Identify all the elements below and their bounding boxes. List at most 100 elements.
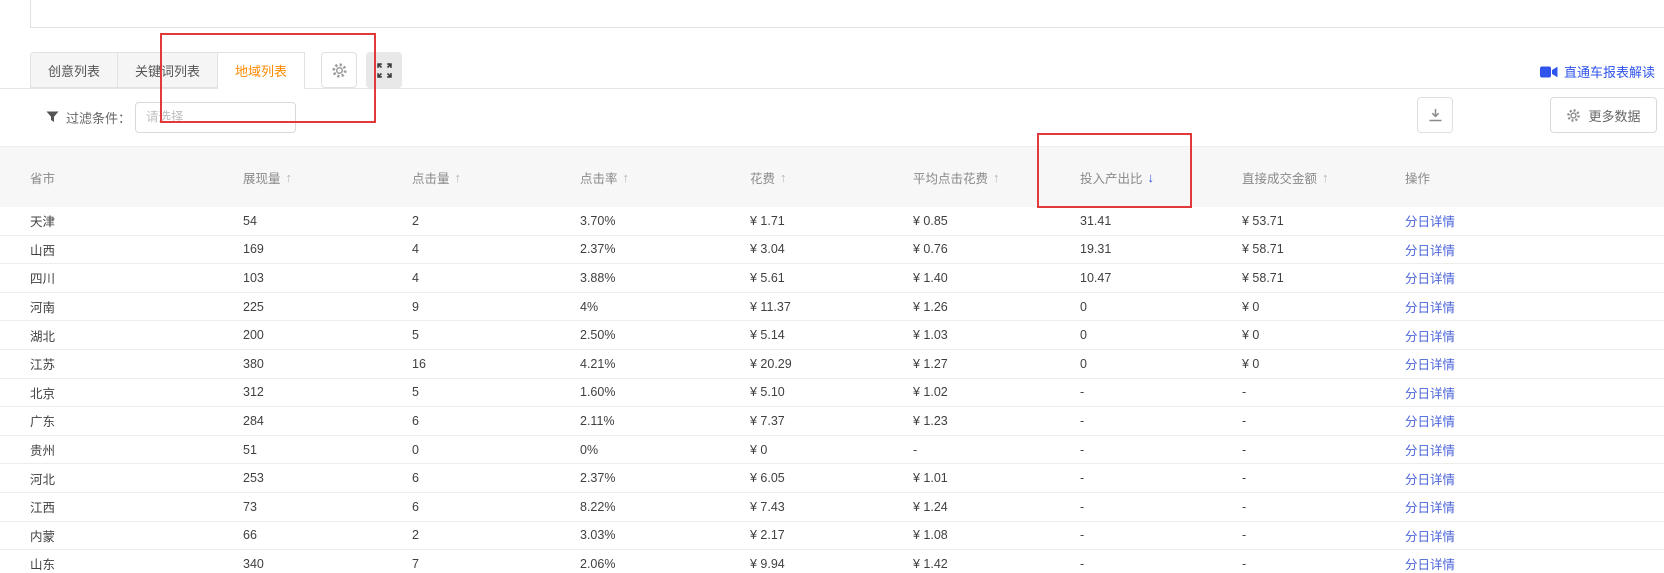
cell-province: 江西 xyxy=(30,493,243,521)
cell-direct_amount: ¥ 0 xyxy=(1242,350,1405,378)
col-header-province: 省市 xyxy=(30,147,243,207)
cell-clicks: 5 xyxy=(412,379,580,407)
table-header-row: 省市展现量↑点击量↑点击率↑花费↑平均点击花费↑投入产出比↓直接成交金额↑操作 xyxy=(0,146,1664,207)
cell-province: 河南 xyxy=(30,293,243,321)
col-header-avg_cost[interactable]: 平均点击花费↑ xyxy=(913,147,1080,207)
daily-detail-link[interactable]: 分日详情 xyxy=(1405,268,1455,287)
region-table: 省市展现量↑点击量↑点击率↑花费↑平均点击花费↑投入产出比↓直接成交金额↑操作 … xyxy=(0,146,1664,573)
daily-detail-link[interactable]: 分日详情 xyxy=(1405,411,1455,430)
tab-item[interactable]: 关键词列表 xyxy=(118,52,218,88)
col-label: 展现量 xyxy=(243,168,281,187)
daily-detail-link[interactable]: 分日详情 xyxy=(1405,354,1455,373)
col-header-direct_amount[interactable]: 直接成交金额↑ xyxy=(1242,147,1405,207)
table-row: 山西16942.37%¥ 3.04¥ 0.7619.31¥ 58.71分日详情 xyxy=(0,236,1664,265)
col-header-impressions[interactable]: 展现量↑ xyxy=(243,147,412,207)
cell-direct_amount: - xyxy=(1242,522,1405,550)
cell-impressions: 73 xyxy=(243,493,412,521)
cell-impressions: 103 xyxy=(243,264,412,292)
cell-impressions: 66 xyxy=(243,522,412,550)
report-guide-label: 直通车报表解读 xyxy=(1564,62,1655,81)
daily-detail-link[interactable]: 分日详情 xyxy=(1405,240,1455,259)
cell-avg_cost: ¥ 1.27 xyxy=(913,350,1080,378)
cell-roi: - xyxy=(1080,464,1242,492)
cell-cost: ¥ 3.04 xyxy=(750,236,913,264)
col-label: 花费 xyxy=(750,168,775,187)
cell-roi: 31.41 xyxy=(1080,207,1242,235)
top-panel-remnant xyxy=(30,0,1664,28)
cell-province: 四川 xyxy=(30,264,243,292)
cell-impressions: 54 xyxy=(243,207,412,235)
daily-detail-link[interactable]: 分日详情 xyxy=(1405,469,1455,488)
cell-ctr: 2.11% xyxy=(580,407,750,435)
cell-cost: ¥ 1.71 xyxy=(750,207,913,235)
cell-cost: ¥ 20.29 xyxy=(750,350,913,378)
cell-direct_amount: ¥ 0 xyxy=(1242,293,1405,321)
cell-avg_cost: ¥ 1.03 xyxy=(913,321,1080,349)
col-header-roi[interactable]: 投入产出比↓ xyxy=(1080,147,1242,207)
cell-ctr: 4.21% xyxy=(580,350,750,378)
more-data-button[interactable]: 更多数据 xyxy=(1550,97,1657,133)
cell-province: 江苏 xyxy=(30,350,243,378)
col-label: 投入产出比 xyxy=(1080,168,1143,187)
cell-clicks: 7 xyxy=(412,550,580,573)
cell-action: 分日详情 xyxy=(1405,464,1664,492)
cell-cost: ¥ 0 xyxy=(750,436,913,464)
cell-province: 北京 xyxy=(30,379,243,407)
col-header-cost[interactable]: 花费↑ xyxy=(750,147,913,207)
table-settings-button[interactable] xyxy=(321,52,357,88)
cell-ctr: 2.06% xyxy=(580,550,750,573)
col-header-clicks[interactable]: 点击量↑ xyxy=(412,147,580,207)
tab-item[interactable]: 创意列表 xyxy=(30,52,118,88)
daily-detail-link[interactable]: 分日详情 xyxy=(1405,440,1455,459)
cell-ctr: 1.60% xyxy=(580,379,750,407)
tab-active[interactable]: 地域列表 xyxy=(218,52,305,89)
video-camera-icon xyxy=(1540,66,1558,78)
daily-detail-link[interactable]: 分日详情 xyxy=(1405,211,1455,230)
cell-impressions: 312 xyxy=(243,379,412,407)
sort-up-icon: ↑ xyxy=(623,170,630,185)
col-header-ctr[interactable]: 点击率↑ xyxy=(580,147,750,207)
cell-direct_amount: ¥ 58.71 xyxy=(1242,236,1405,264)
cell-clicks: 6 xyxy=(412,407,580,435)
col-label: 平均点击花费 xyxy=(913,168,988,187)
cell-direct_amount: - xyxy=(1242,550,1405,573)
cell-roi: - xyxy=(1080,407,1242,435)
cell-province: 山东 xyxy=(30,550,243,573)
table-row: 山东34072.06%¥ 9.94¥ 1.42--分日详情 xyxy=(0,550,1664,573)
expand-icon xyxy=(377,63,392,78)
daily-detail-link[interactable]: 分日详情 xyxy=(1405,326,1455,345)
cell-roi: 0 xyxy=(1080,293,1242,321)
cell-roi: - xyxy=(1080,493,1242,521)
sort-up-icon: ↑ xyxy=(455,170,462,185)
cell-roi: 10.47 xyxy=(1080,264,1242,292)
cell-ctr: 3.70% xyxy=(580,207,750,235)
report-guide-link[interactable]: 直通车报表解读 xyxy=(1540,62,1655,81)
daily-detail-link[interactable]: 分日详情 xyxy=(1405,497,1455,516)
cell-cost: ¥ 7.37 xyxy=(750,407,913,435)
cell-cost: ¥ 11.37 xyxy=(750,293,913,321)
cell-avg_cost: ¥ 1.23 xyxy=(913,407,1080,435)
download-button[interactable] xyxy=(1417,97,1453,133)
filter-select-input[interactable] xyxy=(135,102,296,133)
fullscreen-button[interactable] xyxy=(366,52,402,88)
cell-impressions: 284 xyxy=(243,407,412,435)
download-icon xyxy=(1428,108,1443,122)
cell-clicks: 16 xyxy=(412,350,580,378)
cell-avg_cost: ¥ 1.08 xyxy=(913,522,1080,550)
daily-detail-link[interactable]: 分日详情 xyxy=(1405,383,1455,402)
table-row: 广东28462.11%¥ 7.37¥ 1.23--分日详情 xyxy=(0,407,1664,436)
cell-action: 分日详情 xyxy=(1405,350,1664,378)
cell-cost: ¥ 9.94 xyxy=(750,550,913,573)
cell-action: 分日详情 xyxy=(1405,264,1664,292)
cell-clicks: 9 xyxy=(412,293,580,321)
gear-icon xyxy=(331,62,348,79)
daily-detail-link[interactable]: 分日详情 xyxy=(1405,297,1455,316)
cell-province: 山西 xyxy=(30,236,243,264)
filter-bar: 过滤条件： xyxy=(46,88,296,146)
tabs: 创意列表关键词列表地域列表 xyxy=(30,52,305,88)
table-row: 贵州5100%¥ 0---分日详情 xyxy=(0,436,1664,465)
cell-impressions: 380 xyxy=(243,350,412,378)
daily-detail-link[interactable]: 分日详情 xyxy=(1405,554,1455,573)
daily-detail-link[interactable]: 分日详情 xyxy=(1405,526,1455,545)
cell-cost: ¥ 7.43 xyxy=(750,493,913,521)
